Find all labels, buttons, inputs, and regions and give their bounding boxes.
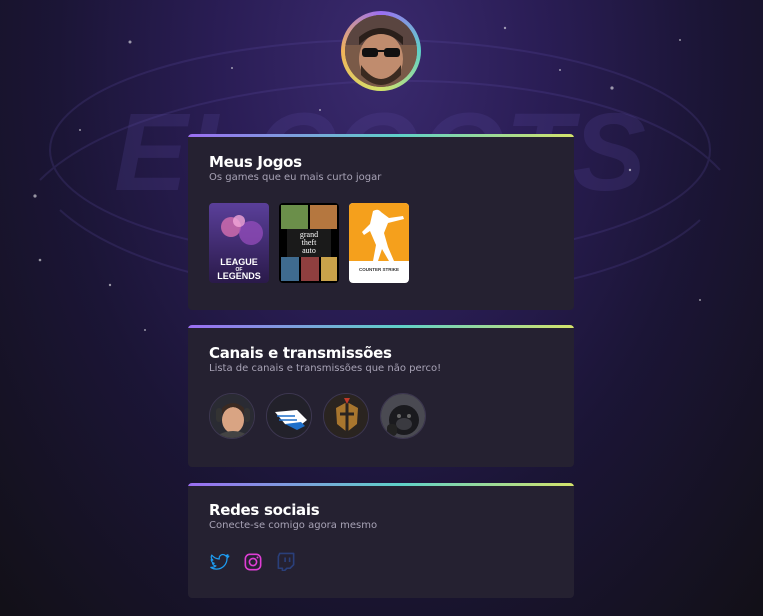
channels-card-title: Canais e transmissões [209,344,392,362]
instagram-icon [244,553,261,570]
game-league-of-legends[interactable]: LEAGUE OF LEGENDS [209,203,269,283]
social-card-subtitle: Conecte-se comigo agora mesmo [209,520,378,531]
svg-text:auto: auto [302,246,316,255]
gladiator-helmet-logo-icon [324,394,368,438]
games-card-title: Meus Jogos [209,153,302,171]
avatar [345,15,417,87]
channel-gorilla-avatar[interactable] [380,393,426,439]
twitch-icon [277,552,294,571]
avatar-image [345,15,417,87]
profile-avatar-ring [341,11,421,91]
social-card: Redes sociais Conecte-se comigo agora me… [188,483,574,598]
games-card-subtitle: Os games que eu mais curto jogar [209,172,382,183]
twitter-icon [209,553,229,570]
svg-text:LEGENDS: LEGENDS [217,271,261,281]
twitch-link[interactable] [275,551,296,572]
social-links [209,551,296,572]
channels-card: Canais e transmissões Lista de canais e … [188,325,574,467]
game-counter-strike[interactable]: COUNTER STRIKE [349,203,409,283]
streamer-avatar-icon [210,394,254,438]
svg-text:COUNTER STRIKE: COUNTER STRIKE [359,267,399,272]
svg-text:LEAGUE: LEAGUE [220,257,258,267]
wings-logo-icon [267,394,311,438]
games-card: Meus Jogos Os games que eu mais curto jo… [188,134,574,310]
channels-list [209,393,426,439]
channels-card-subtitle: Lista de canais e transmissões que não p… [209,363,442,374]
social-card-title: Redes sociais [209,501,320,519]
gorilla-avatar-icon [381,394,425,438]
games-list: LEAGUE OF LEGENDS grand theft auto COUNT… [209,203,409,283]
channel-gladiator-logo[interactable] [323,393,369,439]
game-gta-v[interactable]: grand theft auto [279,203,339,283]
instagram-link[interactable] [242,551,263,572]
twitter-link[interactable] [209,551,230,572]
channel-streamer-avatar[interactable] [209,393,255,439]
channel-wings-logo[interactable] [266,393,312,439]
